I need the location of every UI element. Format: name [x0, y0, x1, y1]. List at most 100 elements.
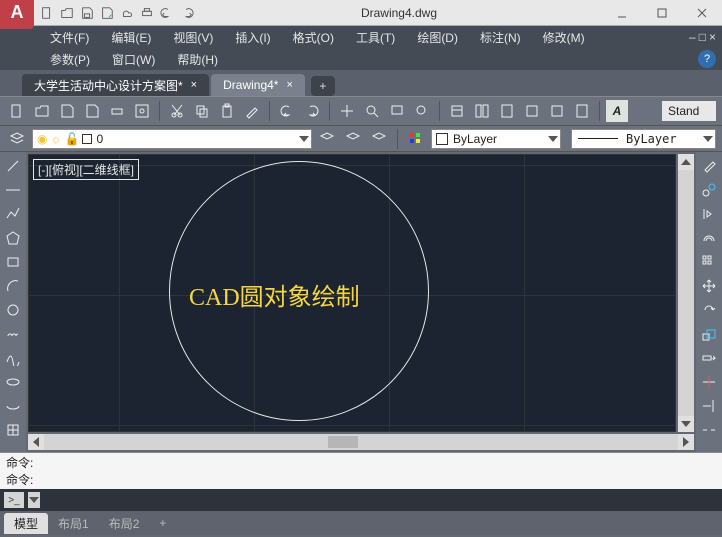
extend-icon[interactable] [699, 396, 719, 416]
paste-icon[interactable] [216, 100, 238, 122]
mirror-icon[interactable] [699, 204, 719, 224]
model-tab[interactable]: 模型 [4, 513, 48, 534]
properties-icon[interactable] [446, 100, 468, 122]
menu-draw[interactable]: 绘图(D) [407, 27, 468, 48]
text-style-select[interactable]: Stand [662, 101, 716, 121]
menu-modify[interactable]: 修改(M) [533, 27, 595, 48]
revcloud-icon[interactable] [3, 324, 23, 344]
scroll-right-button[interactable] [678, 434, 694, 450]
text-style-icon[interactable]: A [606, 100, 628, 122]
scale-icon[interactable] [699, 324, 719, 344]
menu-param[interactable]: 参数(P) [40, 49, 100, 70]
app-logo[interactable]: A [0, 0, 34, 29]
rotate-icon[interactable] [699, 300, 719, 320]
scroll-thumb[interactable] [328, 436, 358, 448]
menu-format[interactable]: 格式(O) [283, 27, 344, 48]
close-icon[interactable]: × [286, 79, 292, 91]
circle-icon[interactable] [3, 300, 23, 320]
layer-states-icon[interactable] [316, 128, 338, 150]
match-prop-icon[interactable] [241, 100, 263, 122]
maximize-button[interactable] [642, 2, 682, 24]
viewport-label[interactable]: [-][俯视][二维线框] [33, 159, 139, 180]
sheet-set-icon[interactable] [521, 100, 543, 122]
menu-edit[interactable]: 编辑(E) [101, 27, 161, 48]
menu-dimension[interactable]: 标注(N) [470, 27, 531, 48]
erase-icon[interactable] [699, 156, 719, 176]
save-icon[interactable] [56, 100, 78, 122]
scroll-up-button[interactable] [678, 154, 694, 170]
undo-icon[interactable] [276, 100, 298, 122]
break-icon[interactable] [699, 420, 719, 440]
pan-icon[interactable] [336, 100, 358, 122]
menu-tools[interactable]: 工具(T) [346, 27, 405, 48]
save-icon[interactable] [78, 4, 96, 22]
add-layout-button[interactable]: + [149, 514, 176, 532]
redo-icon[interactable] [178, 4, 196, 22]
ellipse-icon[interactable] [3, 372, 23, 392]
move-icon[interactable] [699, 276, 719, 296]
stretch-icon[interactable] [699, 348, 719, 368]
offset-icon[interactable] [699, 228, 719, 248]
layer-iso-icon[interactable] [342, 128, 364, 150]
plot-preview-icon[interactable] [131, 100, 153, 122]
open-icon[interactable] [31, 100, 53, 122]
menu-file[interactable]: 文件(F) [40, 27, 99, 48]
qcalc-icon[interactable] [571, 100, 593, 122]
layer-prev-icon[interactable] [368, 128, 390, 150]
vertical-scrollbar[interactable] [678, 154, 694, 432]
scroll-down-button[interactable] [678, 416, 694, 432]
doc-close-icon[interactable]: × [709, 30, 716, 44]
search-icon[interactable] [692, 1, 716, 25]
construction-line-icon[interactable] [3, 180, 23, 200]
doc-tab-active[interactable]: Drawing4* × [211, 74, 305, 96]
zoom-window-icon[interactable] [386, 100, 408, 122]
copy-obj-icon[interactable] [699, 180, 719, 200]
polygon-icon[interactable] [3, 228, 23, 248]
saveas-icon[interactable] [98, 4, 116, 22]
command-dropdown-icon[interactable] [28, 492, 40, 508]
undo-icon[interactable] [158, 4, 176, 22]
menu-help[interactable]: 帮助(H) [167, 49, 228, 70]
scroll-track[interactable] [678, 170, 694, 416]
layer-manager-icon[interactable] [6, 128, 28, 150]
insert-block-icon[interactable] [3, 420, 23, 440]
copy-icon[interactable] [191, 100, 213, 122]
layer-select[interactable]: ◉ ☼ 🔓 0 [32, 129, 312, 149]
cloud-icon[interactable] [118, 4, 136, 22]
close-icon[interactable]: × [191, 79, 197, 91]
add-tab-button[interactable]: + [311, 76, 335, 96]
print-icon[interactable] [106, 100, 128, 122]
array-icon[interactable] [699, 252, 719, 272]
open-icon[interactable] [58, 4, 76, 22]
markup-icon[interactable] [546, 100, 568, 122]
command-prompt-icon[interactable]: >_ [4, 492, 24, 508]
trim-icon[interactable] [699, 372, 719, 392]
help-icon[interactable]: ? [698, 50, 716, 68]
menu-window[interactable]: 窗口(W) [102, 49, 165, 70]
arc-icon[interactable] [3, 276, 23, 296]
zoom-prev-icon[interactable] [411, 100, 433, 122]
menu-insert[interactable]: 插入(I) [225, 27, 280, 48]
spline-icon[interactable] [3, 348, 23, 368]
scroll-left-button[interactable] [28, 434, 44, 450]
doc-max-icon[interactable]: □ [699, 30, 706, 44]
line-icon[interactable] [3, 156, 23, 176]
tool-palette-icon[interactable] [496, 100, 518, 122]
new-icon[interactable] [38, 4, 56, 22]
layout2-tab[interactable]: 布局2 [99, 513, 150, 534]
rectangle-icon[interactable] [3, 252, 23, 272]
minimize-button[interactable] [602, 2, 642, 24]
design-center-icon[interactable] [471, 100, 493, 122]
redo-icon[interactable] [301, 100, 323, 122]
saveas-icon[interactable] [81, 100, 103, 122]
zoom-icon[interactable] [361, 100, 383, 122]
linetype-select[interactable]: ByLayer [571, 129, 716, 149]
drawing-canvas[interactable]: [-][俯视][二维线框] CAD圆对象绘制 [28, 154, 676, 432]
horizontal-scrollbar[interactable] [28, 434, 694, 450]
ellipse-arc-icon[interactable] [3, 396, 23, 416]
color-select[interactable]: ByLayer [431, 129, 561, 149]
cut-icon[interactable] [166, 100, 188, 122]
new-icon[interactable] [6, 100, 28, 122]
color-select-icon[interactable] [405, 128, 427, 150]
menu-view[interactable]: 视图(V) [163, 27, 223, 48]
